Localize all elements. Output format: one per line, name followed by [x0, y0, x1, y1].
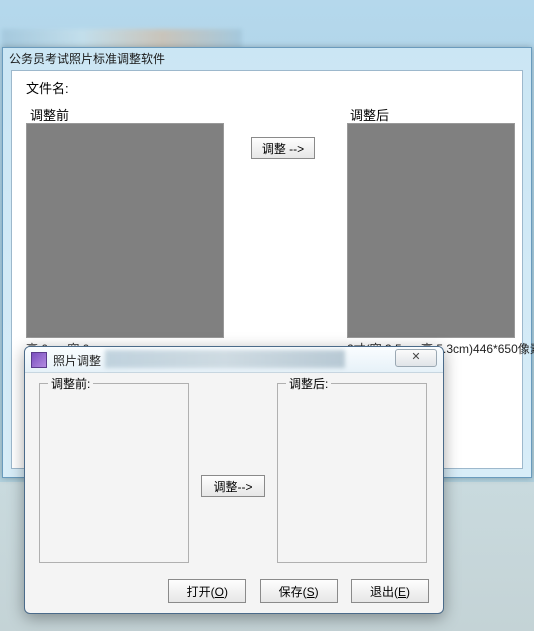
after-groupbox: 调整后:	[277, 383, 427, 563]
before-image-box	[26, 123, 224, 338]
before-label: 调整前	[30, 105, 69, 124]
photo-adjust-dialog: 照片调整 ✕ 调整前: 调整后: 调整--> 打开(O) 保存(S) 退出(E)	[24, 346, 444, 614]
adjust-button[interactable]: 调整 -->	[251, 137, 315, 159]
main-window-titlebar[interactable]: 公务员考试照片标准调整软件	[3, 48, 531, 66]
exit-button-label: 退出	[370, 585, 394, 599]
dialog-adjust-button[interactable]: 调整-->	[201, 475, 265, 497]
before-groupbox: 调整前:	[39, 383, 189, 563]
dialog-title: 照片调整	[53, 352, 101, 369]
after-image-box	[347, 123, 515, 338]
close-button[interactable]: ✕	[395, 349, 437, 367]
save-button-label: 保存	[279, 585, 303, 599]
open-button-label: 打开	[187, 585, 211, 599]
after-groupbox-label: 调整后:	[286, 375, 331, 392]
main-window-title: 公务员考试照片标准调整软件	[9, 52, 165, 66]
before-groupbox-label: 调整前:	[48, 375, 93, 392]
dialog-button-row: 打开(O) 保存(S) 退出(E)	[29, 579, 439, 603]
save-button[interactable]: 保存(S)	[260, 579, 338, 603]
dialog-body: 调整前: 调整后: 调整--> 打开(O) 保存(S) 退出(E)	[29, 377, 439, 609]
file-name-label: 文件名:	[26, 78, 69, 97]
after-label: 调整后	[350, 105, 389, 124]
background-blur-strip	[2, 29, 242, 49]
title-blur-area	[105, 350, 345, 368]
close-icon: ✕	[411, 351, 420, 363]
app-icon	[31, 352, 47, 368]
dialog-titlebar[interactable]: 照片调整 ✕	[25, 347, 443, 373]
exit-button[interactable]: 退出(E)	[351, 579, 429, 603]
open-button-hotkey: O	[215, 585, 224, 599]
exit-button-hotkey: E	[398, 585, 406, 599]
open-button[interactable]: 打开(O)	[168, 579, 246, 603]
save-button-hotkey: S	[307, 585, 315, 599]
